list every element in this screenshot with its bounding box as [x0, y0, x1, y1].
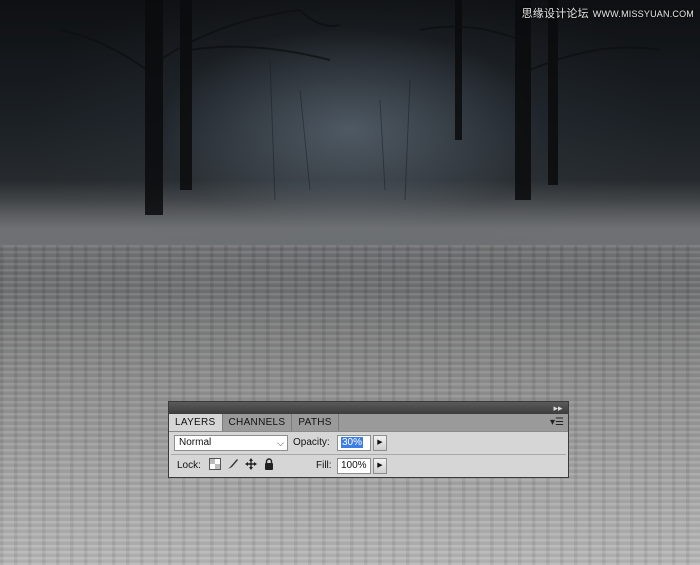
- panel-titlebar[interactable]: ▸▸: [169, 402, 568, 414]
- watermark-site: WWW.MISSYUAN.COM: [592, 9, 694, 19]
- lock-all-icon[interactable]: [263, 458, 275, 470]
- fill-label: Fill:: [316, 460, 332, 471]
- fill-input[interactable]: 100%: [337, 458, 371, 474]
- layers-panel: ▸▸ LAYERS CHANNELS PATHS ▾☰ Normal ⌵ Opa…: [168, 401, 569, 478]
- opacity-input[interactable]: 30%: [337, 435, 371, 451]
- fill-slider-button[interactable]: ▶: [373, 458, 387, 474]
- watermark: 思缘设计论坛 WWW.MISSYUAN.COM: [522, 5, 694, 21]
- collapse-icon[interactable]: ▸▸: [552, 402, 564, 414]
- blend-mode-select[interactable]: Normal ⌵: [174, 435, 288, 451]
- blend-opacity-row: Normal ⌵ Opacity: 30% ▶: [169, 432, 568, 454]
- opacity-value: 30%: [341, 437, 364, 448]
- blend-mode-value: Normal: [179, 437, 212, 448]
- lock-image-pixels-icon[interactable]: [227, 458, 239, 470]
- lock-position-icon[interactable]: [245, 458, 257, 470]
- opacity-label: Opacity:: [293, 437, 330, 448]
- forest-trees: [59, 0, 661, 215]
- chevron-down-icon: ⌵: [277, 438, 284, 448]
- fill-value: 100%: [341, 460, 367, 471]
- watermark-text: 思缘设计论坛: [521, 8, 589, 20]
- panel-menu-icon[interactable]: ▾☰: [550, 416, 564, 429]
- tab-paths[interactable]: PATHS: [292, 414, 339, 431]
- lock-transparent-pixels-icon[interactable]: [209, 458, 221, 470]
- lock-fill-row: Lock: Fill: 100% ▶: [169, 455, 568, 477]
- lock-label: Lock:: [177, 460, 201, 471]
- tab-layers[interactable]: LAYERS: [169, 414, 223, 431]
- canvas-image: 思缘设计论坛 WWW.MISSYUAN.COM: [0, 0, 700, 565]
- panel-tabs: LAYERS CHANNELS PATHS ▾☰: [169, 414, 568, 432]
- opacity-slider-button[interactable]: ▶: [373, 435, 387, 451]
- tab-channels[interactable]: CHANNELS: [223, 414, 293, 431]
